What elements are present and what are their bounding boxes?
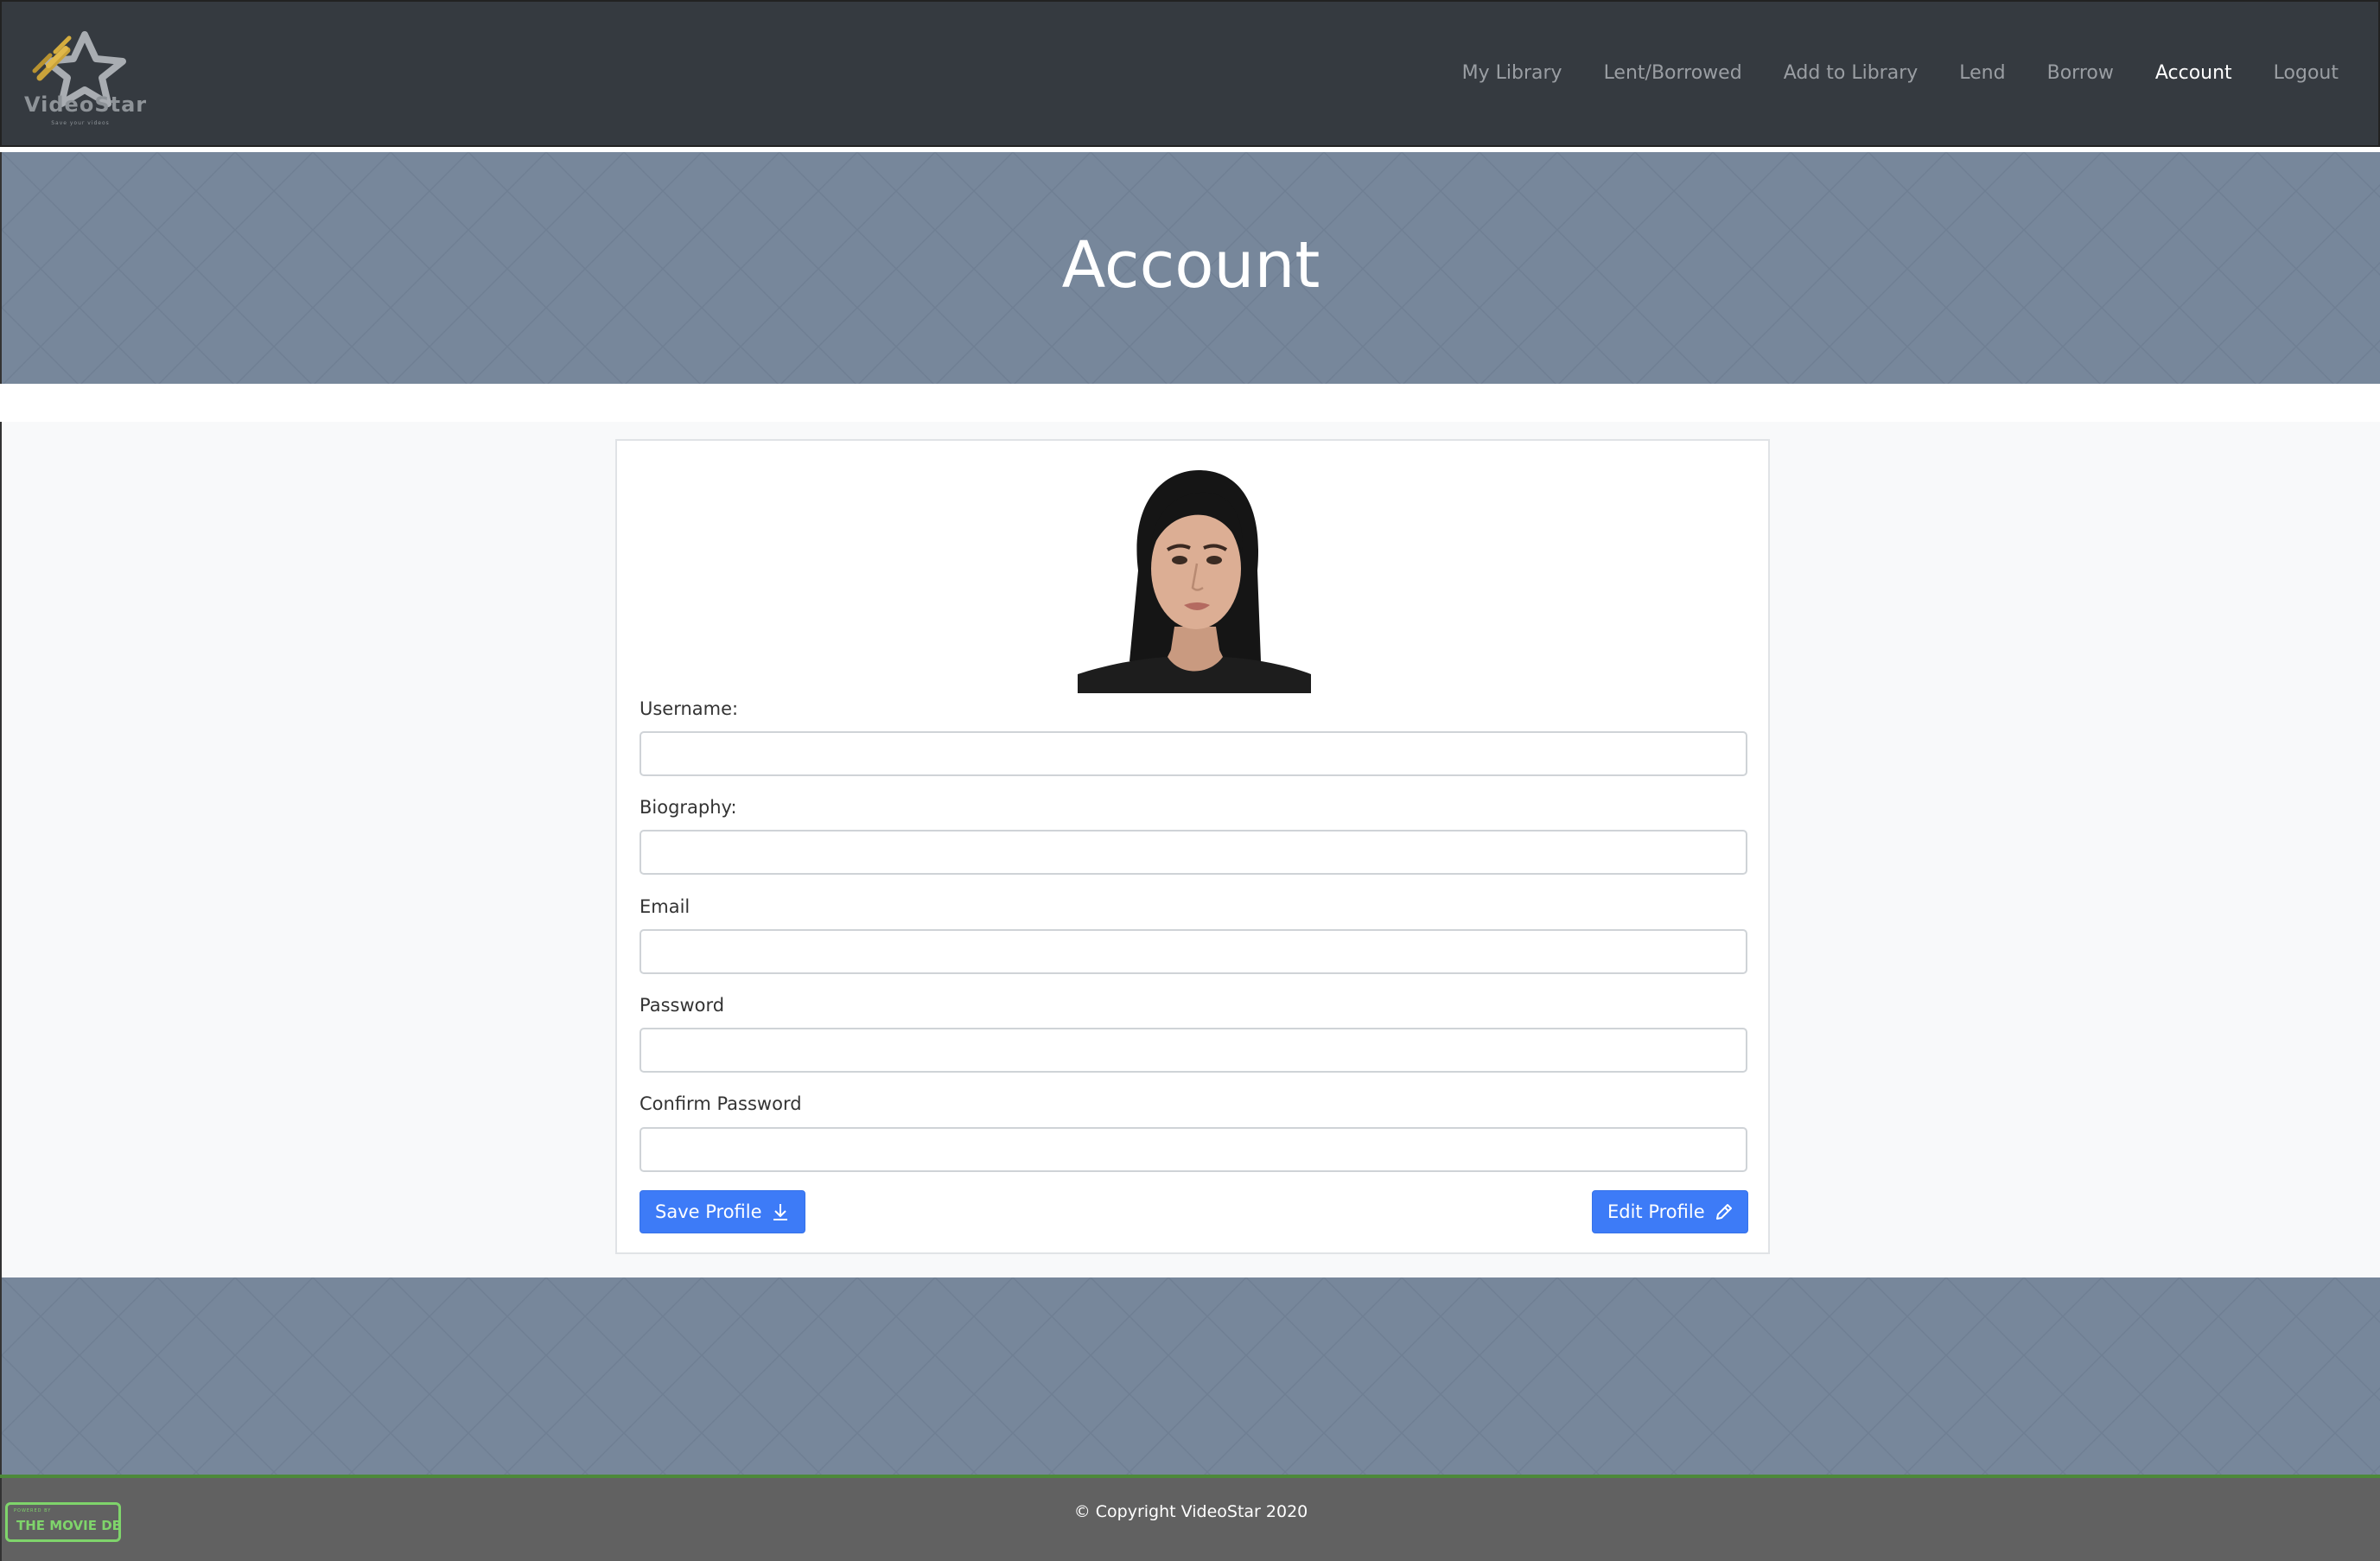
- confirm-password-label: Confirm Password: [640, 1093, 802, 1114]
- username-input[interactable]: [640, 731, 1747, 776]
- nav-item-borrow[interactable]: Borrow: [2047, 62, 2114, 84]
- brand-tagline: Save your videos: [51, 120, 110, 126]
- edit-profile-label: Edit Profile: [1607, 1201, 1705, 1222]
- decorative-band: [0, 1277, 2380, 1475]
- avatar: [1078, 467, 1311, 693]
- nav-item-account[interactable]: Account: [2155, 62, 2232, 84]
- password-label: Password: [640, 995, 725, 1016]
- copyright-text: © Copyright VideoStar 2020: [1073, 1502, 1308, 1521]
- nav-item-logout[interactable]: Logout: [2274, 62, 2339, 84]
- diamond-pattern: [2, 1277, 2380, 1475]
- nav-item-my-library[interactable]: My Library: [1462, 62, 1562, 84]
- username-label: Username:: [640, 698, 739, 719]
- nav-item-lent-borrowed[interactable]: Lent/Borrowed: [1604, 62, 1742, 84]
- confirm-password-input[interactable]: [640, 1127, 1747, 1172]
- main-content: Username: Biography: Email Password Conf…: [0, 422, 2380, 1277]
- pencil-icon: [1715, 1204, 1732, 1220]
- nav-item-add-to-library[interactable]: Add to Library: [1784, 62, 1919, 84]
- profile-card: Username: Biography: Email Password Conf…: [615, 439, 1770, 1254]
- nav-links: My Library Lent/Borrowed Add to Library …: [1421, 62, 2339, 84]
- page-title: Account: [1061, 228, 1320, 303]
- page-header-banner: Account: [0, 152, 2380, 384]
- biography-label: Biography:: [640, 797, 737, 818]
- save-profile-button[interactable]: Save Profile: [640, 1190, 805, 1233]
- footer: POWERED BY THE MOVIE DB © Copyright Vide…: [0, 1478, 2380, 1561]
- navbar: VideoStar Save your videos My Library Le…: [0, 0, 2380, 147]
- biography-input[interactable]: [640, 830, 1747, 875]
- save-profile-label: Save Profile: [655, 1201, 762, 1222]
- nav-item-lend[interactable]: Lend: [1959, 62, 2005, 84]
- email-input[interactable]: [640, 929, 1747, 974]
- password-input[interactable]: [640, 1028, 1747, 1073]
- brand-name: VideoStar: [24, 92, 148, 117]
- download-icon: [773, 1204, 787, 1220]
- email-label: Email: [640, 896, 690, 917]
- edit-profile-button[interactable]: Edit Profile: [1592, 1190, 1748, 1233]
